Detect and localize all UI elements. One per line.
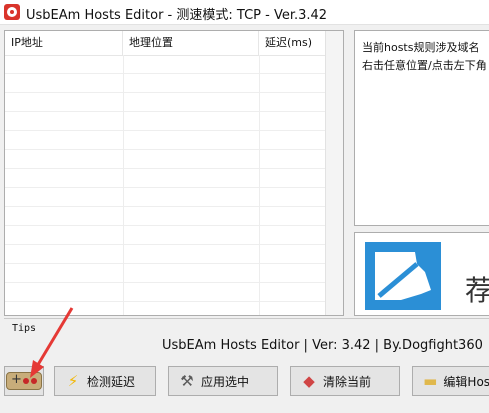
gamepad-icon: + xyxy=(6,372,42,390)
column-header-delay[interactable]: 延迟(ms) xyxy=(259,31,327,55)
info-line-domains: 当前hosts规则涉及域名 xyxy=(362,41,480,54)
clear-current-label: 清除当前 xyxy=(323,374,372,389)
app-logo-icon xyxy=(4,4,20,20)
logo-panel: 荐 xyxy=(354,232,489,316)
folder-icon: ▬ xyxy=(423,372,438,390)
check-delay-button[interactable]: ⚡ 检测延迟 xyxy=(54,366,156,396)
edit-hosts-label: 编辑Hosts xyxy=(443,374,489,389)
hosts-info-panel: 当前hosts规则涉及域名 右击任意位置/点击左下角 xyxy=(354,30,489,226)
eraser-icon: ◆ xyxy=(303,372,315,390)
info-line-hint: 右击任意位置/点击左下角 xyxy=(362,59,487,72)
status-divider xyxy=(4,318,489,319)
logo-text: 荐 xyxy=(465,269,489,309)
game-menu-button[interactable]: + xyxy=(4,366,44,396)
check-delay-label: 检测延迟 xyxy=(87,374,136,389)
apply-selected-label: 应用选中 xyxy=(201,374,250,389)
logo-shape-icon xyxy=(375,252,431,300)
column-header-location[interactable]: 地理位置 xyxy=(123,31,259,55)
column-divider xyxy=(259,55,260,315)
hammer-icon: ⚒ xyxy=(180,372,194,390)
lightning-icon: ⚡ xyxy=(67,372,79,390)
host-list-table[interactable]: IP地址 地理位置 延迟(ms) xyxy=(4,30,344,316)
apply-selected-button[interactable]: ⚒ 应用选中 xyxy=(168,366,278,396)
logo-image xyxy=(365,242,441,310)
tips-label: Tips xyxy=(12,323,37,334)
clear-current-button[interactable]: ◆ 清除当前 xyxy=(290,366,400,396)
table-scrollbar[interactable] xyxy=(325,31,343,315)
title-bar: UsbEAm Hosts Editor - 测速模式: TCP - Ver.3.… xyxy=(0,0,489,25)
window-title: UsbEAm Hosts Editor - 测速模式: TCP - Ver.3.… xyxy=(26,8,328,23)
status-text: UsbEAm Hosts Editor | Ver: 3.42 | By.Dog… xyxy=(162,338,483,353)
table-body[interactable] xyxy=(5,55,327,315)
column-header-ip[interactable]: IP地址 xyxy=(5,31,123,55)
table-header: IP地址 地理位置 延迟(ms) xyxy=(5,31,343,56)
edit-hosts-button[interactable]: ▬ 编辑Hosts xyxy=(412,366,489,396)
column-divider xyxy=(123,55,124,315)
